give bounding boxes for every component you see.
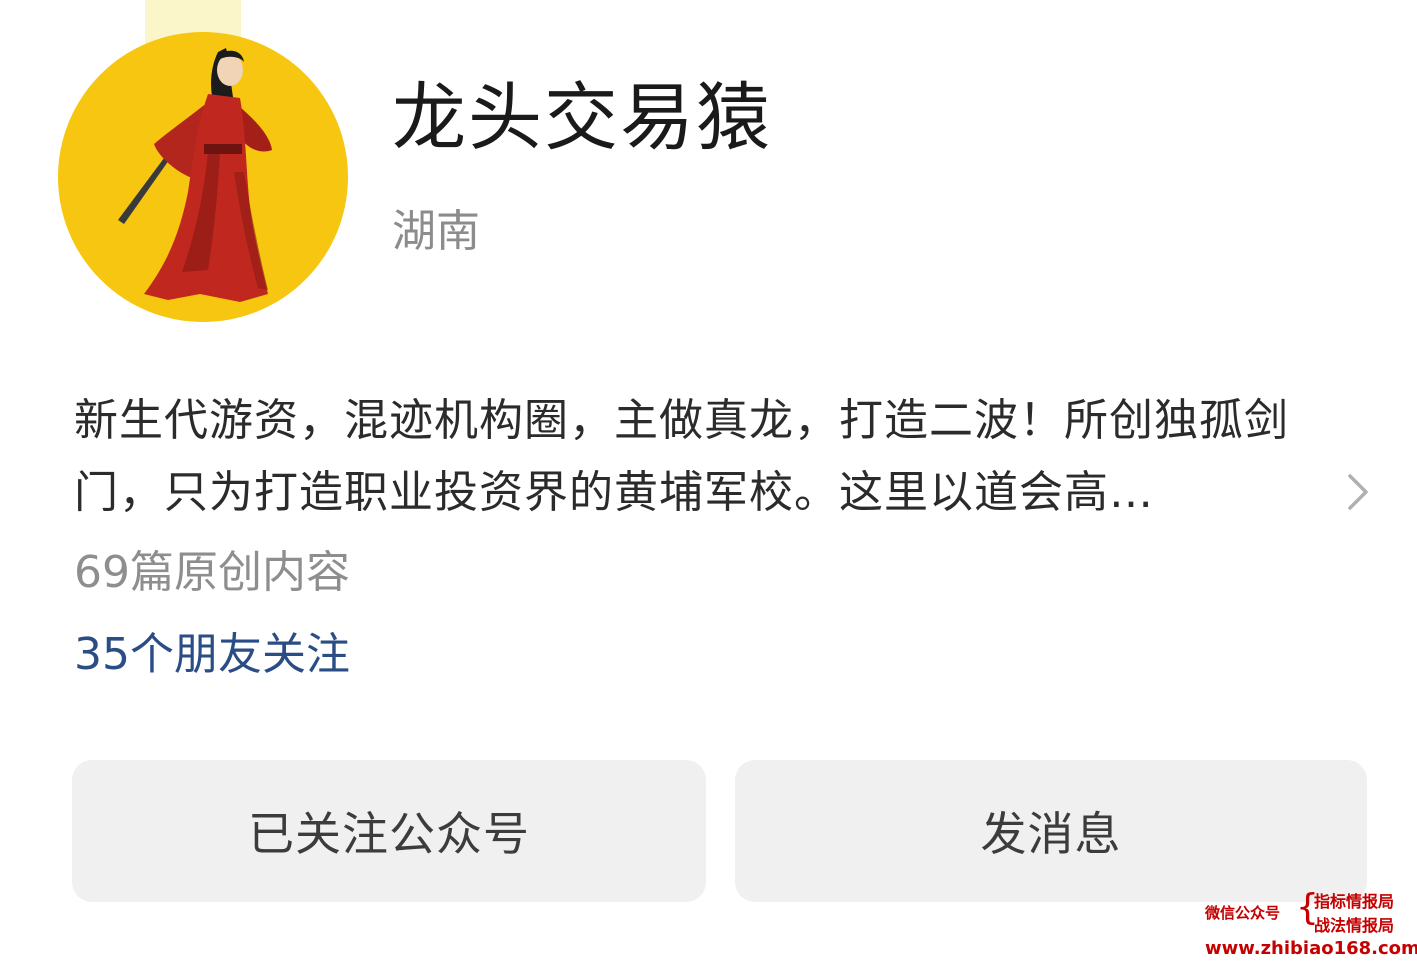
watermark-wechat-label: 微信公众号: [1205, 904, 1281, 922]
original-articles-count[interactable]: 69篇原创内容: [74, 545, 350, 601]
watermark-url: www.zhibiao168.com: [1205, 938, 1417, 959]
avatar-figure-illustration: [118, 48, 272, 302]
account-name: 龙头交易猿: [392, 75, 772, 161]
watermark-account-1: 指标情报局: [1314, 892, 1395, 911]
avatar[interactable]: [58, 32, 348, 322]
friends-following-link[interactable]: 35个朋友关注: [74, 627, 350, 683]
followed-account-button[interactable]: 已关注公众号: [72, 760, 706, 902]
account-intro[interactable]: 新生代游资，混迹机构圈，主做真龙，打造二波！所创独孤剑门，只为打造职业投资界的黄…: [74, 385, 1349, 535]
account-region: 湖南: [392, 206, 480, 257]
watermark: 微信公众号 { 指标情报局 战法情报局 www.zhibiao168.com: [1200, 886, 1417, 962]
watermark-account-2: 战法情报局: [1314, 916, 1395, 935]
profile-page: 龙头交易猿 湖南 新生代游资，混迹机构圈，主做真龙，打造二波！所创独孤剑门，只为…: [0, 0, 1417, 964]
send-message-button[interactable]: 发消息: [735, 760, 1367, 902]
chevron-right-icon[interactable]: [1344, 470, 1372, 514]
